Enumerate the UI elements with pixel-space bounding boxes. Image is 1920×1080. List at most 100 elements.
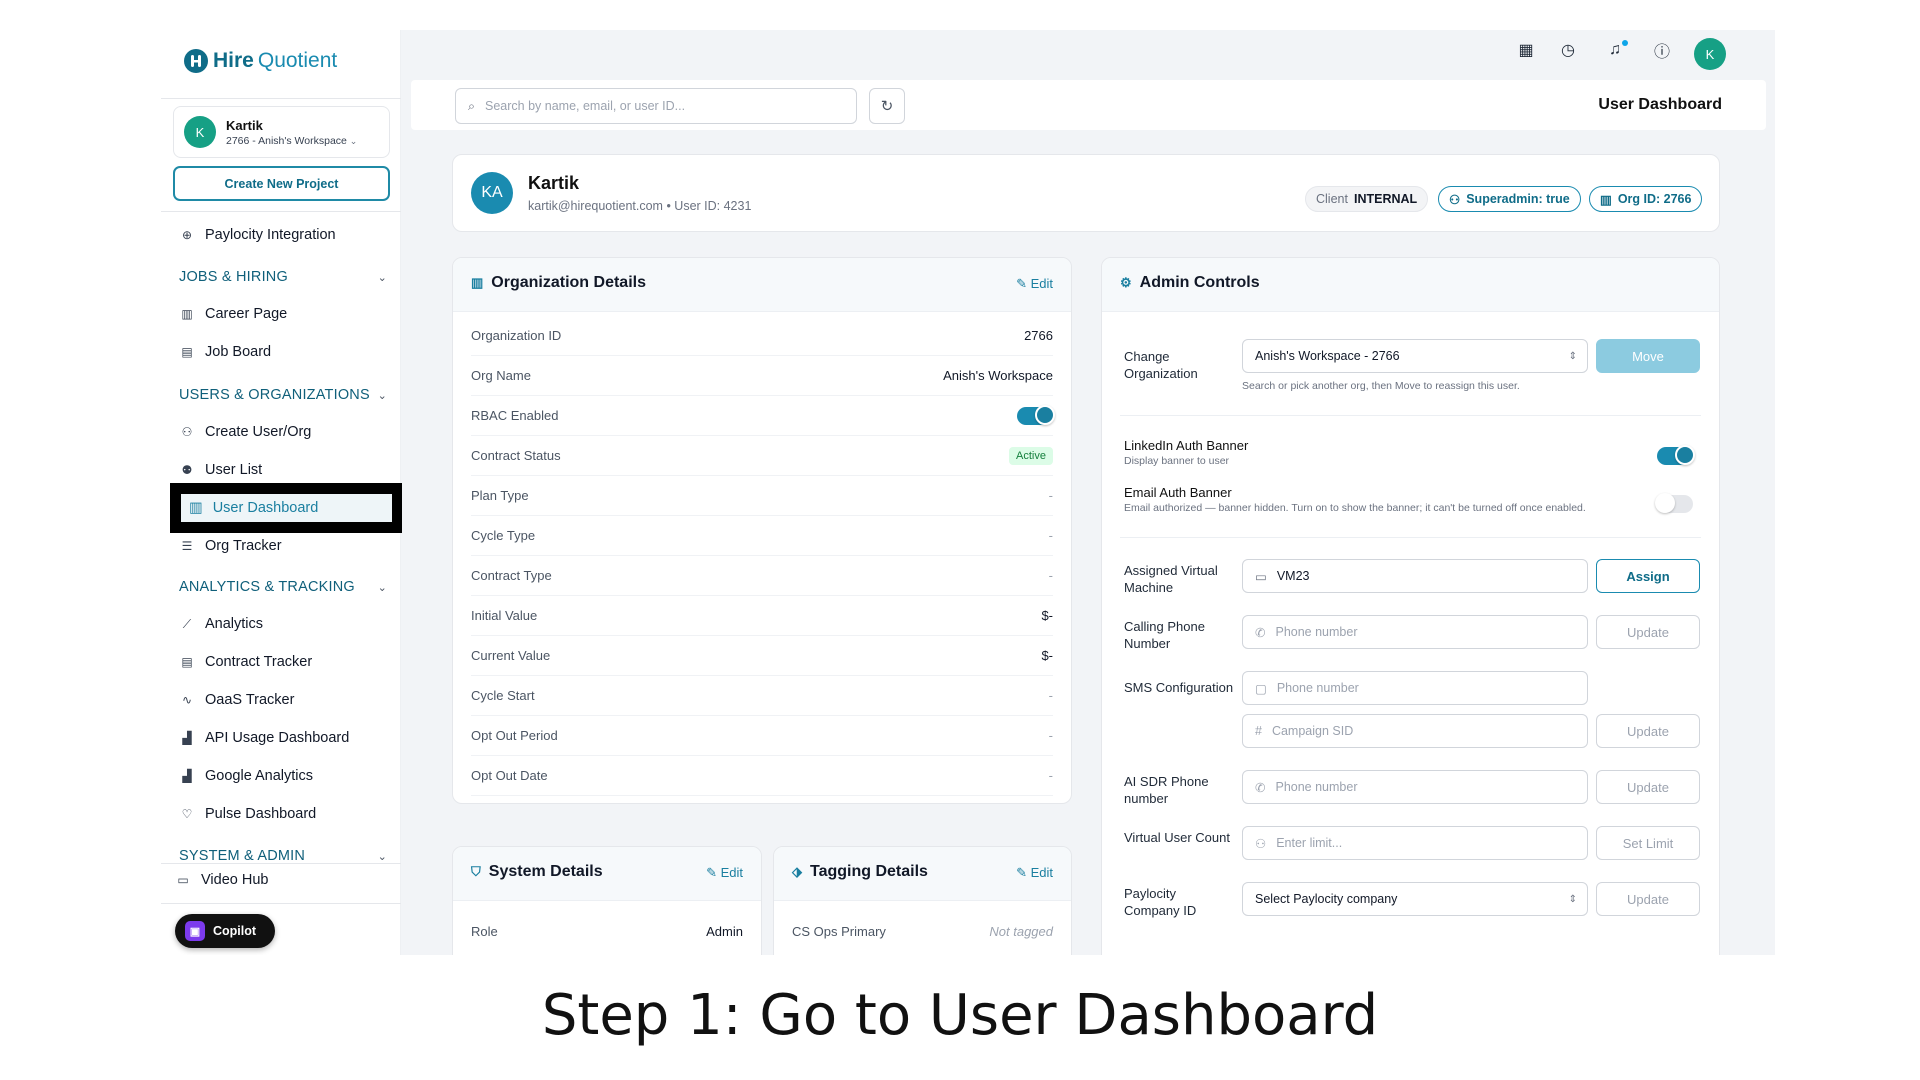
sidebar-item-pulse-dashboard[interactable]: ♡ Pulse Dashboard [179, 802, 317, 826]
card-title-text: System Details [488, 863, 603, 880]
brand-logo[interactable]: Hire Quotient [183, 48, 337, 74]
org-id-text: Org ID: 2766 [1617, 192, 1692, 206]
vuc-placeholder: Enter limit... [1276, 836, 1343, 850]
sidebar-item-video-hub[interactable]: ▭ Video Hub [175, 868, 268, 892]
campaign-sid-placeholder: Campaign SID [1271, 724, 1354, 738]
page-title: User Dashboard [1598, 96, 1722, 113]
virtual-user-count-input[interactable]: ⚇ Enter limit... [1242, 826, 1588, 860]
sidebar-item-label: OaaS Tracker [205, 692, 295, 708]
edit-button[interactable]: ✎ Edit [706, 865, 743, 881]
sidebar-item-google-analytics[interactable]: ▟ Google Analytics [179, 764, 313, 788]
help-icon[interactable]: ⓘ [1650, 38, 1674, 62]
sidebar: Hire Quotient K Kartik 2766 - Anish's Wor… [161, 30, 402, 955]
row-key: Contract Status [471, 448, 561, 463]
section-jobs-hiring[interactable]: JOBS & HIRING ⌄ [179, 266, 389, 288]
assign-button[interactable]: Assign [1596, 559, 1700, 593]
user-name: Kartik [528, 173, 580, 193]
refresh-button[interactable]: ↻ [869, 88, 905, 124]
row-key: CS Ops Primary [792, 923, 886, 939]
search-input[interactable]: ⌕ Search by name, email, or user ID... [455, 88, 857, 124]
detail-row: CS Ops Primary Not tagged [792, 911, 1053, 951]
row-value: - [1048, 728, 1053, 743]
sidebar-item-label: Google Analytics [205, 768, 314, 784]
sms-config-label: SMS Configuration [1124, 680, 1234, 695]
sidebar-item-user-dashboard[interactable]: ▥ User Dashboard [181, 494, 392, 522]
user-icon: ⚇ [1255, 836, 1267, 851]
edit-button[interactable]: ✎ Edit [1016, 276, 1053, 292]
sidebar-item-analytics[interactable]: ⟋ Analytics [179, 612, 263, 636]
card-title: ▥ Organization Details [471, 274, 646, 292]
create-new-project-button[interactable]: Create New Project [173, 166, 390, 201]
account-switcher[interactable]: K Kartik 2766 - Anish's Workspace ⌄ [173, 106, 390, 158]
brand-mark-icon [184, 49, 208, 73]
linkedin-banner-toggle[interactable] [1657, 445, 1695, 465]
detail-row: Opt Out Period - [471, 716, 1053, 756]
user-plus-icon: ⚇ [181, 425, 193, 439]
phone-icon: ✆ [1255, 780, 1266, 795]
sidebar-item-oaas-tracker[interactable]: ∿ OaaS Tracker [179, 688, 294, 712]
move-button[interactable]: Move [1596, 339, 1700, 373]
section-analytics-tracking[interactable]: ANALYTICS & TRACKING ⌄ [179, 576, 389, 598]
org-id-badge: ▥ Org ID: 2766 [1589, 186, 1703, 212]
calling-phone-update-button[interactable]: Update [1596, 615, 1700, 649]
rbac-toggle[interactable] [1017, 404, 1055, 425]
calendar-icon[interactable]: ▦ [1514, 38, 1538, 62]
ai-sdr-update-button[interactable]: Update [1596, 770, 1700, 804]
sidebar-item-paylocity[interactable]: ⊕ Paylocity Integration [179, 223, 336, 247]
search-placeholder: Search by name, email, or user ID... [485, 99, 686, 113]
row-key: Cycle Start [471, 688, 535, 703]
sidebar-item-label: User Dashboard [212, 500, 319, 516]
campaign-sid-input[interactable]: # Campaign SID [1242, 714, 1588, 748]
row-key: Org Name [471, 368, 531, 383]
copilot-button[interactable]: ▣ Copilot [175, 914, 275, 948]
row-value: - [1048, 688, 1053, 703]
divider [1120, 415, 1701, 416]
sidebar-item-create-user-org[interactable]: ⚇ Create User/Org [179, 420, 312, 444]
user-shield-icon: ⚇ [1449, 192, 1461, 207]
gear-icon: ⚙ [1120, 275, 1132, 290]
sms-update-button[interactable]: Update [1596, 714, 1700, 748]
change-org-hint: Search or pick another org, then Move to… [1242, 380, 1520, 392]
change-org-select[interactable]: Anish's Workspace - 2766 ⇕ [1242, 339, 1588, 373]
search-icon: ⌕ [468, 98, 476, 113]
section-title: USERS & ORGANIZATIONS [179, 387, 370, 403]
sidebar-item-api-usage[interactable]: ▟ API Usage Dashboard [179, 726, 349, 750]
paylocity-select[interactable]: Select Paylocity company ⇕ [1242, 882, 1588, 916]
card-title-text: Tagging Details [810, 863, 928, 880]
email-banner-toggle[interactable] [1655, 493, 1693, 513]
brand-name-b: Quotient [257, 49, 338, 72]
calling-phone-input[interactable]: ✆ Phone number [1242, 615, 1588, 649]
detail-row: RBAC Enabled [471, 396, 1055, 436]
ai-sdr-phone-input[interactable]: ✆ Phone number [1242, 770, 1588, 804]
vm-input[interactable]: ▭ VM23 [1242, 559, 1588, 593]
pencil-icon: ✎ [1016, 865, 1027, 880]
chevron-down-icon: ⌄ [377, 389, 387, 402]
sidebar-item-user-list[interactable]: ⚉ User List [179, 458, 263, 482]
paylocity-update-button[interactable]: Update [1596, 882, 1700, 916]
row-value: Anish's Workspace [943, 368, 1053, 383]
divider [161, 903, 401, 904]
sidebar-item-career-page[interactable]: ▥ Career Page [179, 302, 287, 326]
sidebar-item-org-tracker[interactable]: ☰ Org Tracker [179, 534, 282, 558]
set-limit-button[interactable]: Set Limit [1596, 826, 1700, 860]
detail-row: Role Admin [471, 911, 743, 951]
section-title: JOBS & HIRING [179, 269, 288, 285]
edit-button[interactable]: ✎ Edit [1016, 865, 1053, 881]
pencil-icon: ✎ [706, 865, 717, 880]
avatar: K [184, 116, 216, 148]
sidebar-item-label: Pulse Dashboard [205, 806, 317, 822]
divider [161, 98, 401, 99]
row-value: Admin [706, 923, 743, 939]
bar-chart-icon: ▟ [182, 769, 192, 783]
sms-phone-input[interactable]: ▢ Phone number [1242, 671, 1588, 705]
avatar[interactable]: K [1694, 38, 1726, 70]
sidebar-item-contract-tracker[interactable]: ▤ Contract Tracker [179, 650, 312, 674]
row-key: Initial Value [471, 608, 538, 623]
ai-sdr-label: AI SDR Phone number [1124, 774, 1209, 806]
section-users-organizations[interactable]: USERS & ORGANIZATIONS ⌄ [179, 384, 389, 406]
calendar-clock-icon[interactable]: ◷ [1556, 38, 1580, 62]
sidebar-item-label: Job Board [205, 344, 272, 360]
tag-icon: ⬗ [792, 864, 802, 879]
sidebar-item-job-board[interactable]: ▤ Job Board [179, 340, 271, 364]
divider [1120, 537, 1701, 538]
